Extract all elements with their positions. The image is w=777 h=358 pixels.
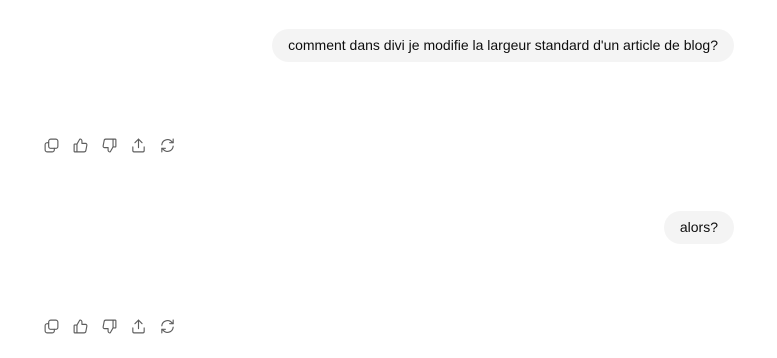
- regenerate-icon: [161, 138, 174, 152]
- thumbs-up-button[interactable]: [72, 136, 101, 154]
- share-button[interactable]: [130, 136, 159, 154]
- thumbs-up-icon: [73, 319, 88, 333]
- thumbs-down-button[interactable]: [101, 317, 130, 335]
- share-icon: [132, 138, 145, 152]
- user-message-bubble: alors?: [663, 211, 734, 244]
- share-icon: [132, 319, 145, 333]
- thumbs-up-button[interactable]: [72, 317, 101, 335]
- assistant-action-bar: [43, 317, 188, 335]
- copy-button[interactable]: [43, 317, 72, 335]
- regenerate-button[interactable]: [159, 136, 188, 154]
- thumbs-down-button[interactable]: [101, 136, 130, 154]
- regenerate-button[interactable]: [159, 317, 188, 335]
- thumbs-down-icon: [102, 138, 117, 152]
- copy-button[interactable]: [43, 136, 72, 154]
- chat-page: comment dans divi je modifie la largeur …: [0, 0, 777, 358]
- share-button[interactable]: [130, 317, 159, 335]
- thumbs-up-icon: [73, 138, 88, 152]
- assistant-action-bar: [43, 136, 188, 154]
- regenerate-icon: [161, 319, 174, 333]
- user-message-bubble: comment dans divi je modifie la largeur …: [272, 29, 734, 62]
- thumbs-down-icon: [102, 319, 117, 333]
- copy-icon: [44, 319, 59, 333]
- copy-icon: [44, 138, 59, 152]
